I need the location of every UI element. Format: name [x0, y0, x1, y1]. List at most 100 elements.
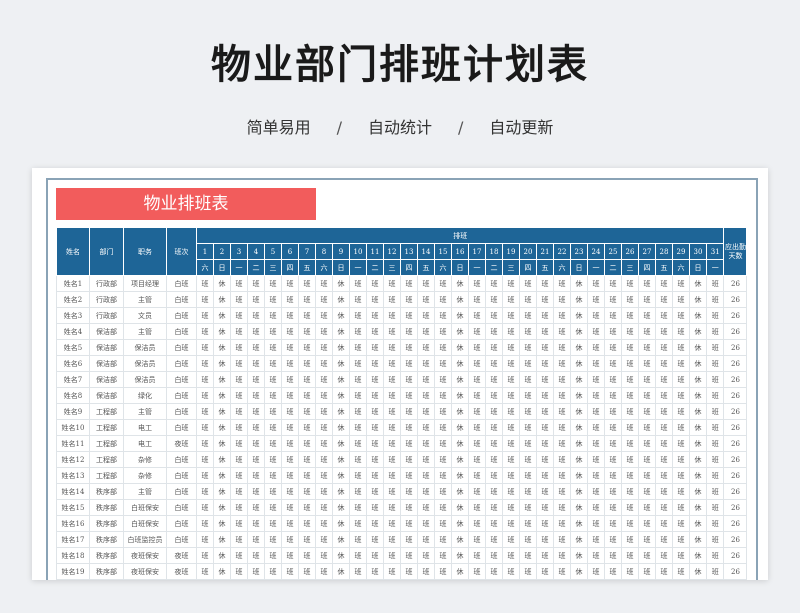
day-number-header: 13	[400, 243, 418, 260]
day-number-header: 19	[502, 243, 520, 260]
cell-schedule: 班	[502, 531, 520, 548]
cell-schedule: 班	[315, 499, 333, 516]
cell-schedule: 班	[434, 275, 452, 292]
cell-name: 姓名4	[56, 323, 90, 340]
table-row: 姓名6 保洁部 保洁员 白班班休班班班班班班休班班班班班班休班班班班班班休班班班班班班…	[56, 355, 748, 372]
cell-schedule: 休	[213, 403, 231, 420]
cell-schedule: 班	[587, 387, 605, 404]
cell-schedule: 班	[638, 403, 656, 420]
cell-schedule: 班	[485, 467, 503, 484]
cell-shift: 白班	[166, 339, 197, 356]
cell-schedule: 班	[587, 499, 605, 516]
cell-schedule: 班	[587, 291, 605, 308]
cell-schedule: 班	[553, 579, 571, 580]
cell-schedule: 休	[451, 275, 469, 292]
cell-dept: 秩序部	[89, 579, 124, 580]
cell-schedule: 班	[638, 515, 656, 532]
day-number-header: 12	[383, 243, 401, 260]
cell-schedule: 班	[264, 499, 282, 516]
cell-schedule: 休	[570, 515, 588, 532]
cell-schedule: 班	[434, 403, 452, 420]
cell-schedule: 班	[247, 387, 265, 404]
cell-schedule: 班	[621, 355, 639, 372]
cell-schedule: 休	[570, 563, 588, 580]
cell-schedule: 班	[264, 579, 282, 580]
cell-schedule: 班	[502, 451, 520, 468]
table-row: 姓名14 秩序部 主管 白班班休班班班班班班休班班班班班班休班班班班班班休班班班班班班…	[56, 483, 748, 500]
table-row: 姓名8 保洁部 绿化 白班班休班班班班班班休班班班班班班休班班班班班班休班班班班班班休…	[56, 387, 748, 404]
cell-schedule: 班	[417, 307, 435, 324]
cell-schedule: 班	[502, 579, 520, 580]
cell-shift: 白班	[166, 371, 197, 388]
cell-attendance: 26	[723, 291, 748, 308]
cell-name: 姓名1	[56, 275, 90, 292]
cell-schedule: 班	[366, 531, 384, 548]
cell-schedule: 班	[417, 515, 435, 532]
cell-schedule: 班	[230, 531, 248, 548]
cell-schedule: 休	[570, 547, 588, 564]
cell-schedule: 班	[400, 467, 418, 484]
cell-schedule: 班	[536, 547, 554, 564]
cell-schedule: 班	[281, 515, 299, 532]
cell-schedule: 班	[230, 467, 248, 484]
cell-schedule: 休	[451, 355, 469, 372]
cell-schedule: 休	[332, 531, 350, 548]
cell-schedule: 班	[638, 275, 656, 292]
cell-schedule: 班	[587, 563, 605, 580]
cell-schedule: 班	[298, 435, 316, 452]
col-header-schedule: 排班	[195, 227, 725, 244]
sheet-frame: 物业排班表 姓名 部门 职务 班次 排班 应出勤天数 1 2 3 4 5 6 7 8 9 10 11 12 13 14…	[46, 178, 758, 580]
col-header-position: 职务	[123, 227, 167, 276]
cell-position: 保洁员	[123, 339, 167, 356]
cell-schedule: 班	[468, 499, 486, 516]
table-row: 姓名3 行政部 文员 白班班休班班班班班班休班班班班班班休班班班班班班休班班班班班班休…	[56, 307, 748, 324]
cell-schedule: 班	[417, 499, 435, 516]
cell-schedule: 班	[315, 387, 333, 404]
cell-schedule: 班	[366, 291, 384, 308]
cell-schedule: 班	[417, 291, 435, 308]
cell-schedule: 班	[264, 355, 282, 372]
cell-schedule: 班	[281, 467, 299, 484]
cell-schedule: 班	[264, 435, 282, 452]
cell-schedule: 班	[434, 563, 452, 580]
cell-name: 姓名12	[56, 451, 90, 468]
cell-schedule: 休	[451, 579, 469, 580]
cell-schedule: 班	[553, 355, 571, 372]
cell-schedule: 班	[349, 275, 367, 292]
cell-schedule: 班	[298, 563, 316, 580]
cell-schedule: 班	[485, 307, 503, 324]
cell-schedule: 班	[315, 339, 333, 356]
cell-schedule: 班	[553, 403, 571, 420]
table-row: 姓名12 工程部 杂修 白班班休班班班班班班休班班班班班班休班班班班班班休班班班班班班…	[56, 451, 748, 468]
cell-schedule: 班	[196, 291, 214, 308]
cell-dept: 秩序部	[89, 515, 124, 532]
cell-schedule: 班	[230, 451, 248, 468]
cell-position: 保洁员	[123, 355, 167, 372]
cell-schedule: 班	[434, 531, 452, 548]
cell-schedule: 班	[315, 467, 333, 484]
cell-schedule: 班	[281, 275, 299, 292]
cell-schedule: 班	[383, 387, 401, 404]
cell-schedule: 班	[468, 291, 486, 308]
cell-schedule: 班	[604, 291, 622, 308]
cell-schedule: 班	[315, 307, 333, 324]
cell-schedule: 班	[621, 499, 639, 516]
day-number-header: 28	[655, 243, 673, 260]
weekday-header: 六	[196, 259, 214, 276]
cell-dept: 秩序部	[89, 531, 124, 548]
cell-schedule: 班	[519, 531, 537, 548]
cell-name: 姓名14	[56, 483, 90, 500]
cell-schedule: 班	[638, 451, 656, 468]
cell-schedule: 班	[383, 355, 401, 372]
cell-schedule: 班	[705, 499, 725, 516]
cell-schedule: 休	[451, 563, 469, 580]
cell-schedule: 休	[451, 371, 469, 388]
cell-schedule: 班	[502, 563, 520, 580]
cell-schedule: 班	[587, 339, 605, 356]
cell-schedule: 班	[247, 515, 265, 532]
cell-schedule: 休	[689, 499, 707, 516]
weekday-header: 二	[485, 259, 503, 276]
cell-schedule: 班	[417, 387, 435, 404]
cell-schedule: 班	[655, 371, 673, 388]
cell-schedule: 班	[536, 355, 554, 372]
